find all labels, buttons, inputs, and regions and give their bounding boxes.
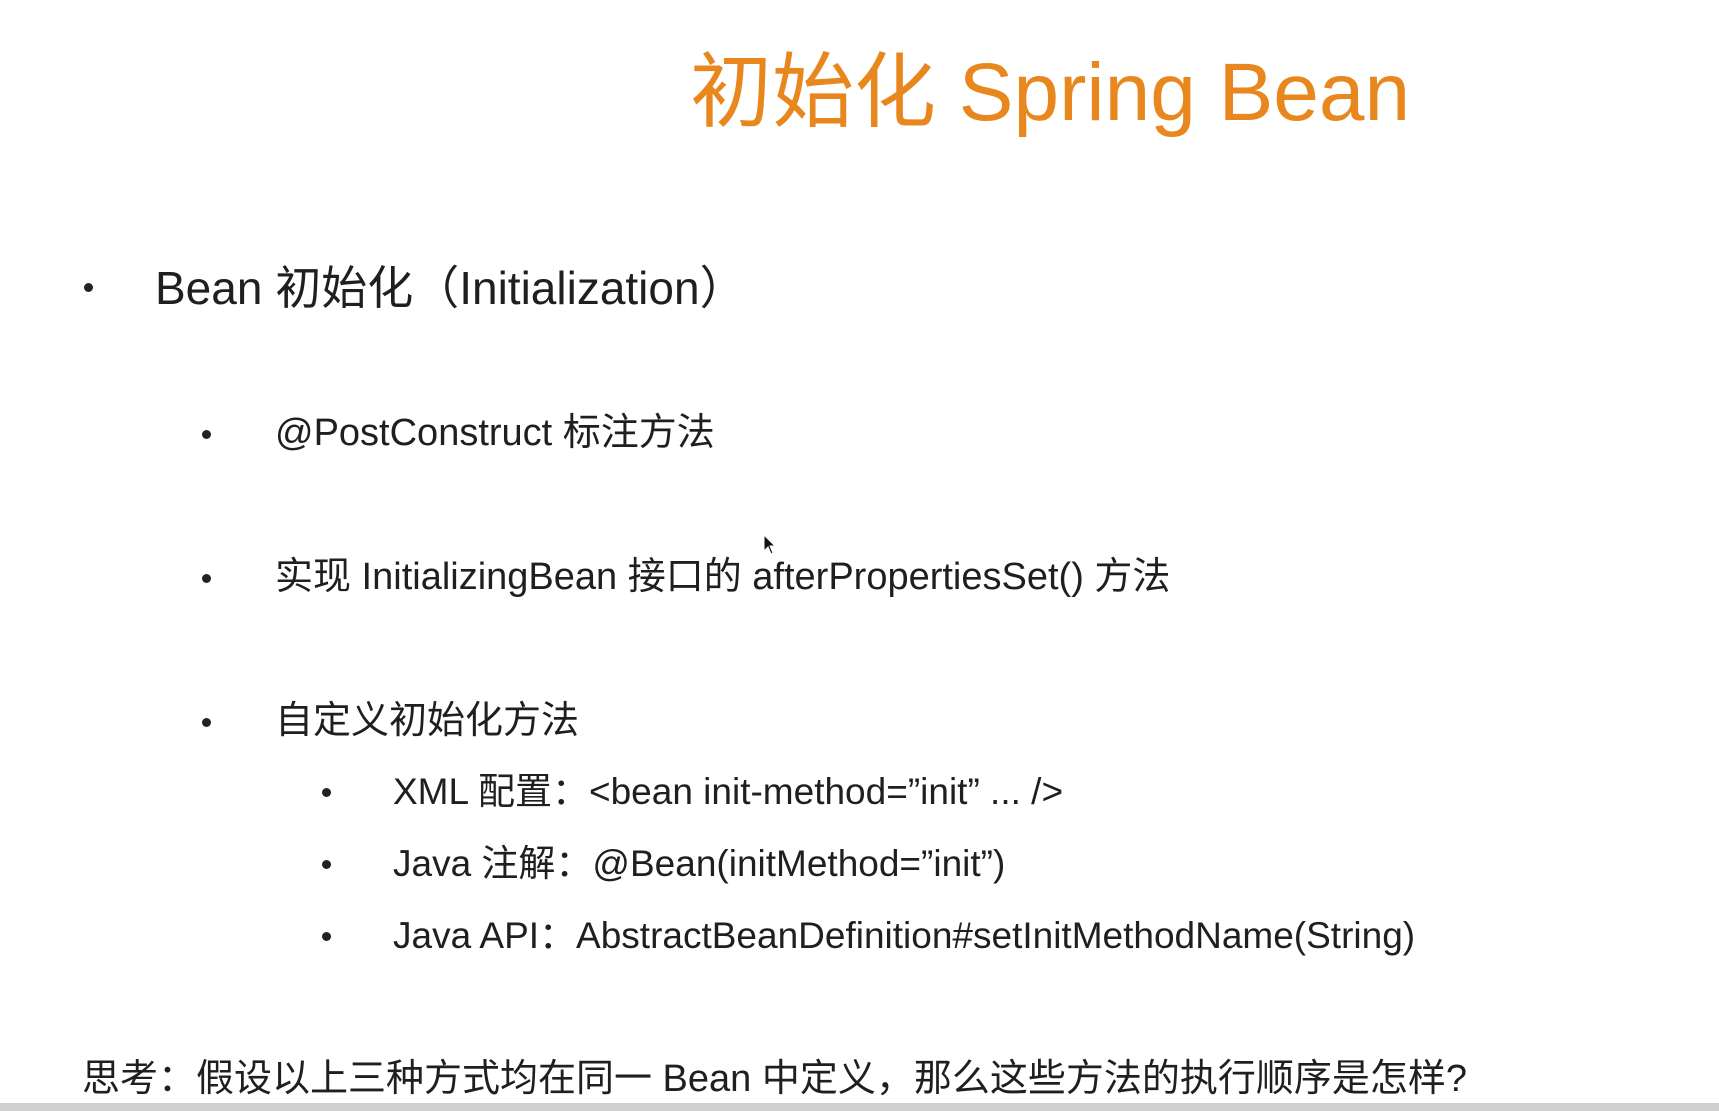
bullet-icon [322,788,331,797]
bullet-item-bean-initialization: Bean 初始化（Initialization） [155,262,746,314]
bullet-icon [202,430,211,439]
bullet-item-initializingbean: 实现 InitializingBean 接口的 afterPropertiesS… [275,556,1171,598]
bullet-icon [202,574,211,583]
slide: 初始化 Spring Bean Bean 初始化（Initialization）… [0,0,1719,1111]
bullet-icon [322,932,331,941]
bullet-item-postconstruct: @PostConstruct 标注方法 [275,412,715,454]
bullet-icon [322,860,331,869]
slide-title: 初始化 Spring Bean [690,47,1411,138]
mouse-pointer-icon [763,534,777,555]
bullet-icon [84,283,93,292]
bullet-icon [202,718,211,727]
thinking-question: 思考：假设以上三种方式均在同一 Bean 中定义，那么这些方法的执行顺序是怎样? [82,1058,1467,1100]
bullet-item-xml-config: XML 配置：<bean init-method=”init” ... /> [393,771,1064,812]
bullet-item-java-annotation: Java 注解：@Bean(initMethod=”init”) [393,843,1006,884]
bullet-item-java-api: Java API：AbstractBeanDefinition#setInitM… [393,915,1416,956]
bottom-bar [0,1103,1719,1111]
bullet-item-custom-init-method: 自定义初始化方法 [275,700,580,742]
